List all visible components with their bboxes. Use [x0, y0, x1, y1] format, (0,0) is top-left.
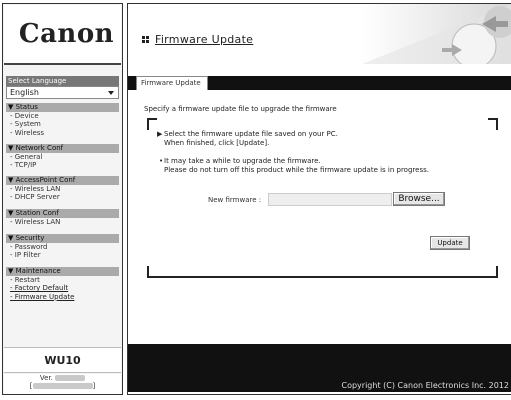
nav-group-security: ▼ Security - Password - IP Filter	[6, 234, 119, 260]
tab-firmware-update[interactable]: Firmware Update	[136, 76, 208, 90]
copyright-text: Copyright (C) Canon Electronics Inc. 201…	[341, 381, 510, 390]
box-corner	[147, 266, 157, 278]
instruction-line: Select the firmware update file saved on…	[164, 130, 338, 138]
page-title: Firmware Update	[155, 33, 254, 46]
nav-head-accesspoint[interactable]: ▼ AccessPoint Conf	[6, 176, 119, 185]
nav-group-station: ▼ Station Conf - Wireless LAN	[6, 209, 119, 226]
bullet-icon: •	[159, 157, 164, 165]
note-line: Please do not turn off this product whil…	[164, 166, 429, 174]
nav-group-network: ▼ Network Conf - General - TCP/IP	[6, 144, 119, 170]
chevron-down-icon	[108, 91, 114, 95]
nav-head-status[interactable]: ▼ Status	[6, 103, 119, 112]
tab-bar: Firmware Update	[128, 76, 511, 90]
version-info: Ver. []	[4, 374, 121, 394]
language-select[interactable]: English	[6, 86, 119, 99]
model-name: WU10	[4, 347, 121, 373]
footer-bar: Copyright (C) Canon Electronics Inc. 201…	[128, 344, 511, 392]
language-value: English	[10, 88, 39, 97]
sidebar-item-general[interactable]: - General	[6, 153, 119, 161]
box-corner	[488, 118, 498, 130]
sidebar-item-restart[interactable]: - Restart	[6, 276, 119, 284]
language-label: Select Language	[6, 76, 119, 86]
triangle-right-icon: ▶	[157, 130, 163, 138]
sidebar-item-wireless[interactable]: - Wireless	[6, 129, 119, 137]
nav-head-station[interactable]: ▼ Station Conf	[6, 209, 119, 218]
instruction-line: When finished, click [Update].	[164, 139, 270, 147]
nav-group-maintenance: ▼ Maintenance - Restart - Factory Defaul…	[6, 267, 119, 301]
sidebar-item-system[interactable]: - System	[6, 120, 119, 128]
sidebar-item-device[interactable]: - Device	[6, 112, 119, 120]
sidebar-item-tcpip[interactable]: - TCP/IP	[6, 161, 119, 169]
sidebar-item-ip-filter[interactable]: - IP Filter	[6, 251, 119, 259]
nav-group-status: ▼ Status - Device - System - Wireless	[6, 103, 119, 137]
sidebar-item-firmware-update[interactable]: - Firmware Update	[6, 293, 119, 301]
intro-text: Specify a firmware update file to upgrad…	[144, 105, 337, 113]
update-button[interactable]: Update	[430, 236, 470, 250]
nav-head-security[interactable]: ▼ Security	[6, 234, 119, 243]
box-corner	[147, 118, 157, 130]
new-firmware-field[interactable]	[268, 193, 392, 206]
sidebar-item-dhcp-server[interactable]: - DHCP Server	[6, 193, 119, 201]
new-firmware-label: New firmware :	[208, 196, 262, 204]
box-corner	[488, 266, 498, 278]
logo-text: Canon	[18, 19, 115, 49]
logo: Canon	[4, 5, 121, 65]
redacted-build	[32, 383, 93, 389]
nav-head-maintenance[interactable]: ▼ Maintenance	[6, 267, 119, 276]
header-decoration	[362, 4, 511, 64]
instruction-note: • It may take a while to upgrade the fir…	[159, 157, 429, 175]
sidebar-item-station-wireless-lan[interactable]: - Wireless LAN	[6, 218, 119, 226]
nav-head-network[interactable]: ▼ Network Conf	[6, 144, 119, 153]
note-line: It may take a while to upgrade the firmw…	[164, 157, 321, 165]
page-header: Firmware Update	[128, 4, 511, 64]
sidebar-item-ap-wireless-lan[interactable]: - Wireless LAN	[6, 185, 119, 193]
instruction-step: ▶ Select the firmware update file saved …	[157, 130, 338, 148]
version-label: Ver.	[39, 374, 53, 382]
sidebar-item-factory-default[interactable]: - Factory Default	[6, 284, 119, 292]
nav-group-accesspoint: ▼ AccessPoint Conf - Wireless LAN - DHCP…	[6, 176, 119, 202]
sidebar: Canon Select Language English ▼ Status -…	[2, 3, 123, 395]
redacted-version	[55, 375, 86, 381]
browse-button[interactable]: Browse...	[393, 192, 445, 206]
sidebar-item-password[interactable]: - Password	[6, 243, 119, 251]
grid-squares-icon	[142, 36, 150, 44]
box-edge	[157, 276, 488, 278]
